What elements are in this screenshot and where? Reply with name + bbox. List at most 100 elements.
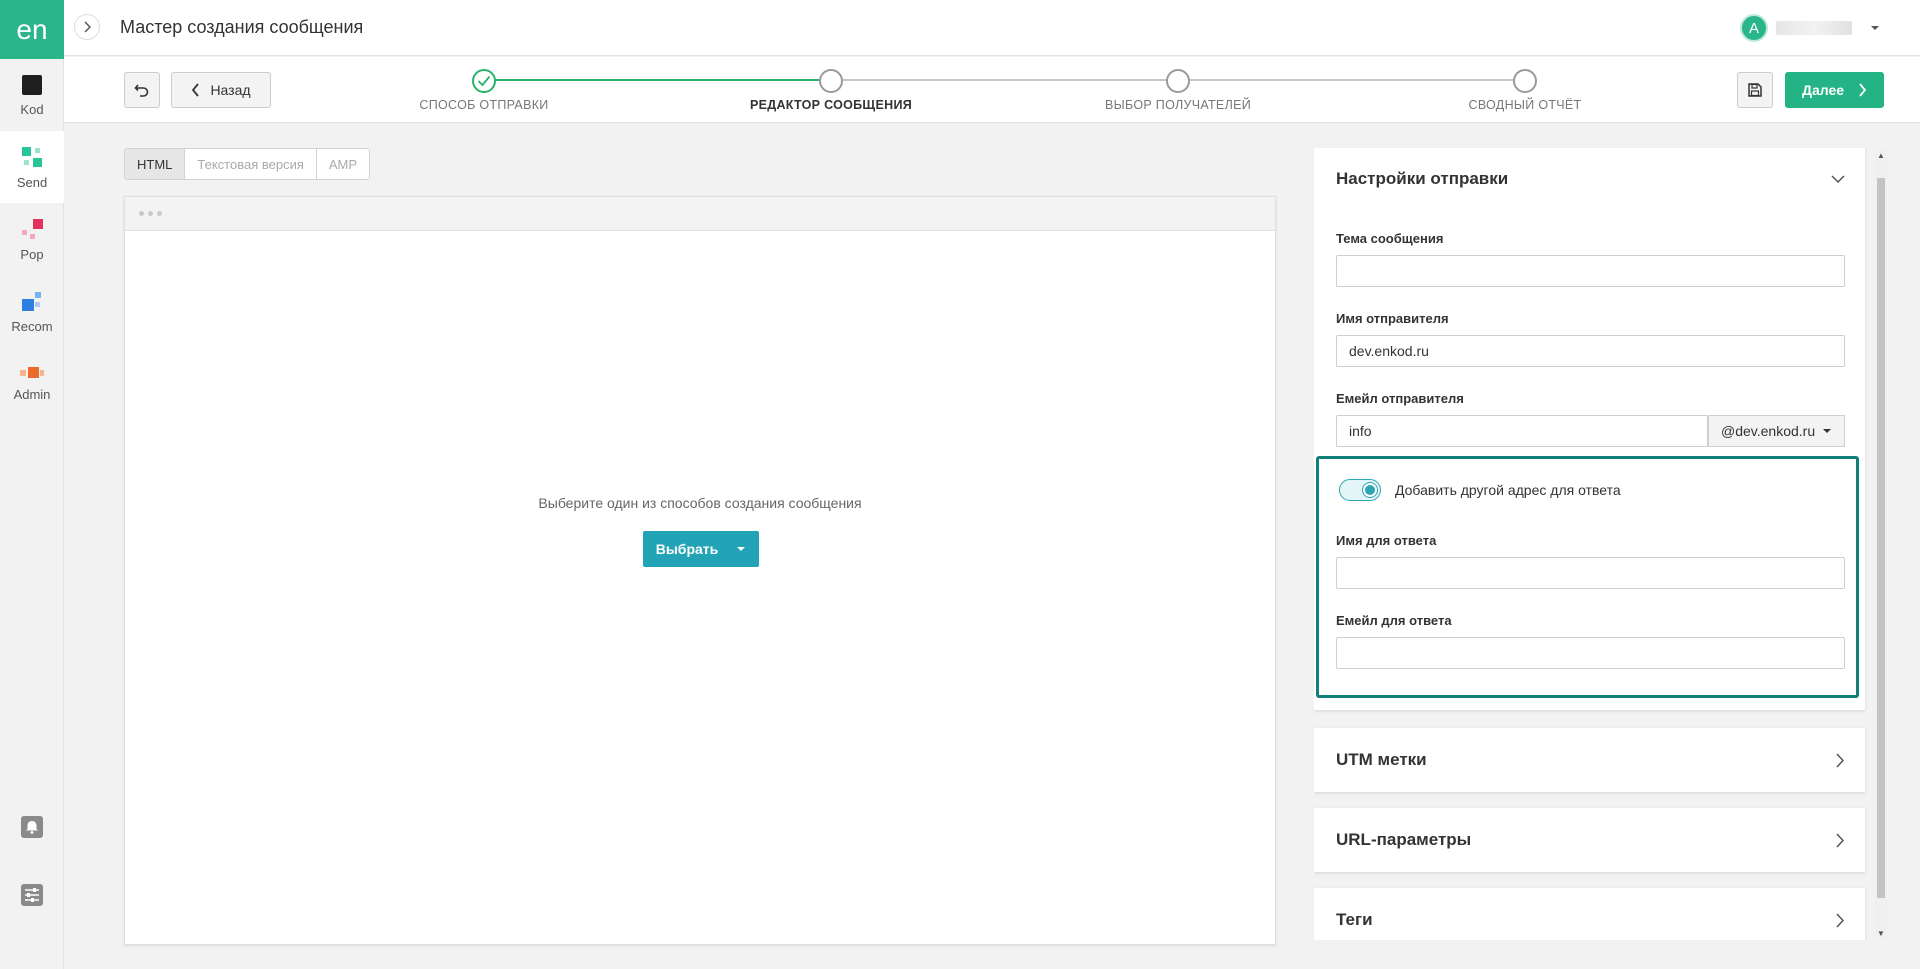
avatar: A <box>1740 14 1768 42</box>
caret-down-icon <box>737 547 746 551</box>
sidebar-item-label: Recom <box>11 318 53 334</box>
caret-down-icon <box>1823 429 1831 433</box>
back-button-label: Назад <box>210 82 251 98</box>
undo-button[interactable] <box>124 72 160 108</box>
chevron-right-icon <box>1836 752 1845 768</box>
recom-app-icon <box>22 291 41 311</box>
pop-app-icon <box>22 218 43 239</box>
sidebar-item-pop[interactable]: Pop <box>0 203 64 275</box>
tab-text-version[interactable]: Текстовая версия <box>185 149 317 179</box>
choose-method-button[interactable]: Выбрать <box>643 531 759 567</box>
kod-app-icon <box>22 74 42 95</box>
card-title: URL-параметры <box>1336 830 1472 849</box>
sidebar-item-admin[interactable]: Admin <box>0 347 64 419</box>
subject-input[interactable] <box>1336 255 1845 287</box>
step-circle <box>819 69 843 93</box>
tab-html[interactable]: HTML <box>125 149 186 179</box>
card-title: UTM метки <box>1336 750 1427 769</box>
next-button-label: Далее <box>1801 82 1845 98</box>
subject-label: Тема сообщения <box>1336 231 1444 246</box>
sender-domain-value: @dev.enkod.ru <box>1721 423 1816 439</box>
wizard-steps: СПОСОБ ОТПРАВКИ РЕДАКТОР СООБЩЕНИЯ ВЫБОР… <box>419 57 1588 123</box>
tags-section[interactable]: Теги <box>1314 888 1865 940</box>
step-label: СВОДНЫЙ ОТЧЁТ <box>1468 98 1582 112</box>
reply-email-label: Емейл для ответа <box>1336 613 1452 628</box>
window-dot <box>148 211 153 216</box>
chevron-right-icon <box>1836 912 1845 928</box>
chevron-right-icon <box>1859 83 1867 97</box>
reply-name-label: Имя для ответа <box>1336 533 1437 548</box>
reply-name-input[interactable] <box>1336 557 1845 589</box>
save-button[interactable] <box>1737 72 1773 108</box>
editor-empty-prompt: Выберите один из способов создания сообщ… <box>538 495 862 511</box>
utm-section[interactable]: UTM метки <box>1314 728 1865 792</box>
undo-icon <box>134 84 149 97</box>
settings-button[interactable] <box>0 883 64 907</box>
check-icon <box>477 75 491 87</box>
window-dot <box>139 211 144 216</box>
chevron-left-icon <box>192 83 200 97</box>
reply-address-toggle[interactable] <box>1339 479 1381 501</box>
send-app-icon <box>22 146 42 167</box>
wizard-step-recipients[interactable]: ВЫБОР ПОЛУЧАТЕЛЕЙ <box>1078 69 1278 112</box>
notifications-button[interactable] <box>0 815 64 839</box>
step-label: СПОСОБ ОТПРАВКИ <box>419 98 549 112</box>
scroll-thumb[interactable] <box>1877 178 1885 898</box>
wizard-step-summary[interactable]: СВОДНЫЙ ОТЧЁТ <box>1425 69 1625 112</box>
step-circle <box>1166 69 1190 93</box>
reply-email-input[interactable] <box>1336 637 1845 669</box>
back-button[interactable]: Назад <box>171 72 271 108</box>
page-title: Мастер создания сообщения <box>120 17 364 37</box>
admin-app-icon <box>20 366 44 378</box>
reply-toggle-label: Добавить другой адрес для ответа <box>1395 482 1621 498</box>
url-params-section[interactable]: URL-параметры <box>1314 808 1865 872</box>
settings-scrollbar[interactable]: ▲ ▼ <box>1875 148 1887 940</box>
app-sidebar: en Kod Send Pop Recom Admin <box>0 0 64 969</box>
format-tabs: HTML Текстовая версия AMP <box>124 148 371 180</box>
window-dot <box>157 211 162 216</box>
editor-window-bar <box>125 197 1275 231</box>
sidebar-item-label: Kod <box>20 101 44 117</box>
enkod-logo[interactable]: en <box>0 0 64 59</box>
sliders-icon <box>21 884 43 906</box>
sender-email-input[interactable]: info <box>1336 415 1708 447</box>
send-settings-card: Настройки отправки Тема сообщения Имя от… <box>1314 148 1865 710</box>
card-title: Теги <box>1336 910 1373 929</box>
bell-icon <box>21 816 43 838</box>
top-header: Мастер создания сообщения A <box>64 0 1920 56</box>
sender-name-label: Имя отправителя <box>1336 311 1449 326</box>
sidebar-toggle-button[interactable] <box>74 14 100 40</box>
floppy-disk-icon <box>1748 83 1762 97</box>
step-label: РЕДАКТОР СООБЩЕНИЯ <box>749 98 913 112</box>
scroll-down-arrow[interactable]: ▼ <box>1875 926 1887 940</box>
settings-panel: Настройки отправки Тема сообщения Имя от… <box>1314 148 1875 940</box>
sidebar-item-recom[interactable]: Recom <box>0 275 64 347</box>
scroll-up-arrow[interactable]: ▲ <box>1875 148 1887 162</box>
sender-domain-select[interactable]: @dev.enkod.ru <box>1708 415 1845 447</box>
send-settings-header[interactable]: Настройки отправки <box>1314 148 1865 210</box>
choose-button-label: Выбрать <box>655 541 719 557</box>
tab-amp[interactable]: AMP <box>317 149 369 179</box>
step-circle <box>472 69 496 93</box>
sidebar-item-label: Send <box>16 174 48 190</box>
chevron-right-icon <box>1836 832 1845 848</box>
wizard-bar: Назад СПОСОБ ОТПРАВКИ РЕДАКТОР СООБЩЕНИЯ… <box>64 57 1920 123</box>
toggle-knob <box>1362 482 1378 498</box>
sender-email-label: Емейл отправителя <box>1336 391 1464 406</box>
next-button[interactable]: Далее <box>1785 72 1884 108</box>
user-name-redacted <box>1776 21 1852 35</box>
wizard-step-editor[interactable]: РЕДАКТОР СООБЩЕНИЯ <box>731 69 931 112</box>
sidebar-item-kod[interactable]: Kod <box>0 59 64 131</box>
sidebar-item-send[interactable]: Send <box>0 131 64 203</box>
step-label: ВЫБОР ПОЛУЧАТЕЛЕЙ <box>1105 98 1251 112</box>
user-menu[interactable]: A <box>1740 14 1880 42</box>
sidebar-item-label: Admin <box>13 386 51 402</box>
message-editor: Выберите один из способов создания сообщ… <box>124 196 1276 945</box>
card-title: Настройки отправки <box>1336 169 1509 188</box>
chevron-right-icon <box>84 21 91 33</box>
sender-name-input[interactable]: dev.enkod.ru <box>1336 335 1845 367</box>
wizard-step-send-method[interactable]: СПОСОБ ОТПРАВКИ <box>384 69 584 112</box>
reply-address-section: Добавить другой адрес для ответа Имя для… <box>1316 456 1859 698</box>
sidebar-item-label: Pop <box>20 246 44 262</box>
caret-down-icon <box>1871 26 1879 30</box>
